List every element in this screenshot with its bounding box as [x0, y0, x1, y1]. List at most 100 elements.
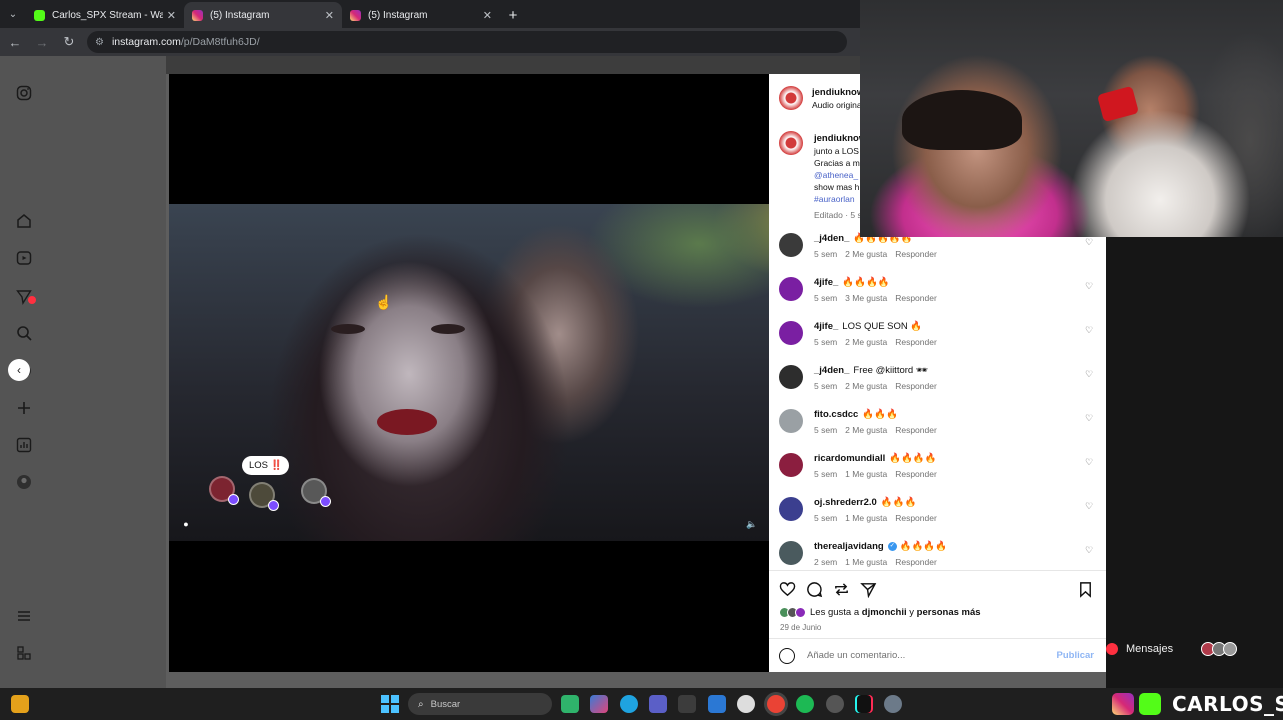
new-tab-button[interactable]: + — [500, 2, 526, 28]
commenter-avatar[interactable] — [779, 497, 803, 521]
settings-gear-icon[interactable] — [884, 695, 902, 713]
commenter-username[interactable]: 4jife_ — [814, 277, 838, 288]
reply-button[interactable]: Responder — [895, 249, 937, 259]
tiktok-icon[interactable] — [855, 695, 873, 713]
comment-like-heart-icon[interactable]: ♡ — [1085, 325, 1093, 336]
repost-icon[interactable] — [833, 581, 851, 599]
windows-start-icon[interactable] — [381, 695, 399, 713]
commenter-avatar[interactable] — [779, 277, 803, 301]
reply-button[interactable]: Responder — [895, 469, 937, 479]
commenter-avatar[interactable] — [779, 453, 803, 477]
likes-user[interactable]: djmonchii — [862, 607, 907, 618]
comment-likes[interactable]: 1 Me gusta — [845, 513, 887, 523]
app-icon[interactable] — [561, 695, 579, 713]
comment-like-heart-icon[interactable]: ♡ — [1085, 457, 1093, 468]
tab-instagram-active[interactable]: (5) Instagram ✕ — [184, 2, 342, 28]
reply-button[interactable]: Responder — [895, 557, 937, 567]
comment-likes[interactable]: 2 Me gusta — [845, 249, 887, 259]
dashboard-icon[interactable] — [15, 436, 33, 454]
reply-button[interactable]: Responder — [895, 513, 937, 523]
reply-button[interactable]: Responder — [895, 381, 937, 391]
commenter-avatar[interactable] — [779, 541, 803, 565]
close-tab-icon[interactable]: ✕ — [325, 9, 334, 22]
commenter-avatar[interactable] — [779, 321, 803, 345]
commenter-username[interactable]: 4jife_ — [814, 321, 838, 332]
more-menu-icon[interactable] — [15, 607, 33, 625]
file-explorer-icon[interactable] — [678, 695, 696, 713]
comment-likes[interactable]: 2 Me gusta — [845, 381, 887, 391]
obs-icon[interactable] — [826, 695, 844, 713]
mail-icon[interactable] — [708, 695, 726, 713]
commenter-avatar[interactable] — [779, 365, 803, 389]
instagram-logo-icon[interactable] — [15, 84, 33, 102]
post-video[interactable]: ☝ LOS ‼️ ● 🔈 — [169, 204, 769, 541]
reels-icon[interactable] — [15, 249, 33, 267]
close-tab-icon[interactable]: ✕ — [483, 9, 492, 22]
reply-button[interactable]: Responder — [895, 293, 937, 303]
commenter-username[interactable]: _j4den_ — [814, 365, 849, 376]
browser-icon[interactable] — [737, 695, 755, 713]
commenter-avatar[interactable] — [779, 233, 803, 257]
edge-icon[interactable] — [620, 695, 638, 713]
teams-icon[interactable] — [649, 695, 667, 713]
comment-likes[interactable]: 3 Me gusta — [845, 293, 887, 303]
commenter-username[interactable]: fito.csdcc — [814, 409, 858, 420]
tab-instagram[interactable]: (5) Instagram ✕ — [342, 2, 500, 28]
caption-author[interactable]: jendiuknow — [814, 133, 866, 144]
create-icon[interactable] — [15, 399, 33, 417]
comment-likes[interactable]: 2 Me gusta — [845, 425, 887, 435]
commenter-username[interactable]: _j4den_ — [814, 233, 849, 244]
copilot-icon[interactable] — [590, 695, 608, 713]
commenter-username[interactable]: oj.shrederr2.0 — [814, 497, 877, 508]
comment-icon[interactable] — [806, 581, 824, 599]
comment-like-heart-icon[interactable]: ♡ — [1085, 281, 1093, 292]
comment-input[interactable]: Añade un comentario... — [807, 650, 1057, 661]
comment-like-heart-icon[interactable]: ♡ — [1085, 237, 1093, 248]
threads-apps-icon[interactable] — [15, 644, 33, 662]
likes-summary[interactable]: Les gusta a djmonchii y personas más — [779, 607, 981, 618]
reload-button[interactable]: ↻ — [57, 30, 81, 54]
comment-like-heart-icon[interactable]: ♡ — [1085, 501, 1093, 512]
back-button[interactable]: ← — [3, 30, 27, 54]
commenter-username[interactable]: ricardomundiall — [814, 453, 885, 464]
search-icon[interactable] — [15, 324, 33, 342]
chrome-icon[interactable] — [767, 695, 785, 713]
emoji-picker-icon[interactable] — [779, 647, 795, 664]
close-tab-icon[interactable]: ✕ — [167, 9, 176, 22]
like-heart-icon[interactable] — [779, 581, 797, 599]
messages-button[interactable]: Mensajes — [1106, 634, 1283, 664]
address-bar[interactable]: ⚙ instagram.com/p/DaM8tfuh6JD/ — [87, 31, 847, 53]
direct-messages-icon[interactable] — [15, 288, 36, 306]
commenter-username[interactable]: therealjavidang — [814, 541, 884, 552]
author-username[interactable]: jendiuknow — [812, 87, 864, 98]
taskbar-search[interactable]: ⌕ Buscar — [408, 693, 552, 715]
weather-widget-icon[interactable] — [11, 695, 29, 713]
comment-likes[interactable]: 1 Me gusta — [845, 557, 887, 567]
home-icon[interactable] — [15, 212, 33, 230]
audio-label[interactable]: Audio original — [812, 100, 864, 110]
commenter-avatar[interactable] — [779, 409, 803, 433]
author-avatar[interactable] — [779, 86, 803, 110]
tagged-people-icon[interactable]: ● — [178, 516, 194, 532]
comment-like-heart-icon[interactable]: ♡ — [1085, 369, 1093, 380]
tab-kick-stream[interactable]: Carlos_SPX Stream - Watch Live ✕ — [26, 2, 184, 28]
publish-button[interactable]: Publicar — [1057, 650, 1095, 661]
likes-others[interactable]: personas más — [917, 607, 981, 618]
site-info-icon[interactable]: ⚙ — [95, 37, 104, 48]
caption-hashtag[interactable]: #auraorlan — [814, 194, 855, 204]
tab-search-icon[interactable]: ⌄ — [0, 0, 26, 28]
save-bookmark-icon[interactable] — [1077, 581, 1095, 599]
mute-icon[interactable]: 🔈 — [744, 516, 760, 532]
previous-post-button[interactable]: ‹ — [8, 359, 30, 381]
comment-likes[interactable]: 1 Me gusta — [845, 469, 887, 479]
post-media[interactable]: ☝ LOS ‼️ ● 🔈 — [169, 74, 769, 672]
author-avatar[interactable] — [779, 131, 803, 155]
reply-button[interactable]: Responder — [895, 425, 937, 435]
comment-likes[interactable]: 2 Me gusta — [845, 337, 887, 347]
caption-mention[interactable]: @athenea_ — [814, 170, 858, 180]
comment-like-heart-icon[interactable]: ♡ — [1085, 413, 1093, 424]
profile-avatar-icon[interactable] — [15, 473, 33, 491]
forward-button[interactable]: → — [30, 30, 54, 54]
spotify-icon[interactable] — [796, 695, 814, 713]
comment-like-heart-icon[interactable]: ♡ — [1085, 545, 1093, 556]
